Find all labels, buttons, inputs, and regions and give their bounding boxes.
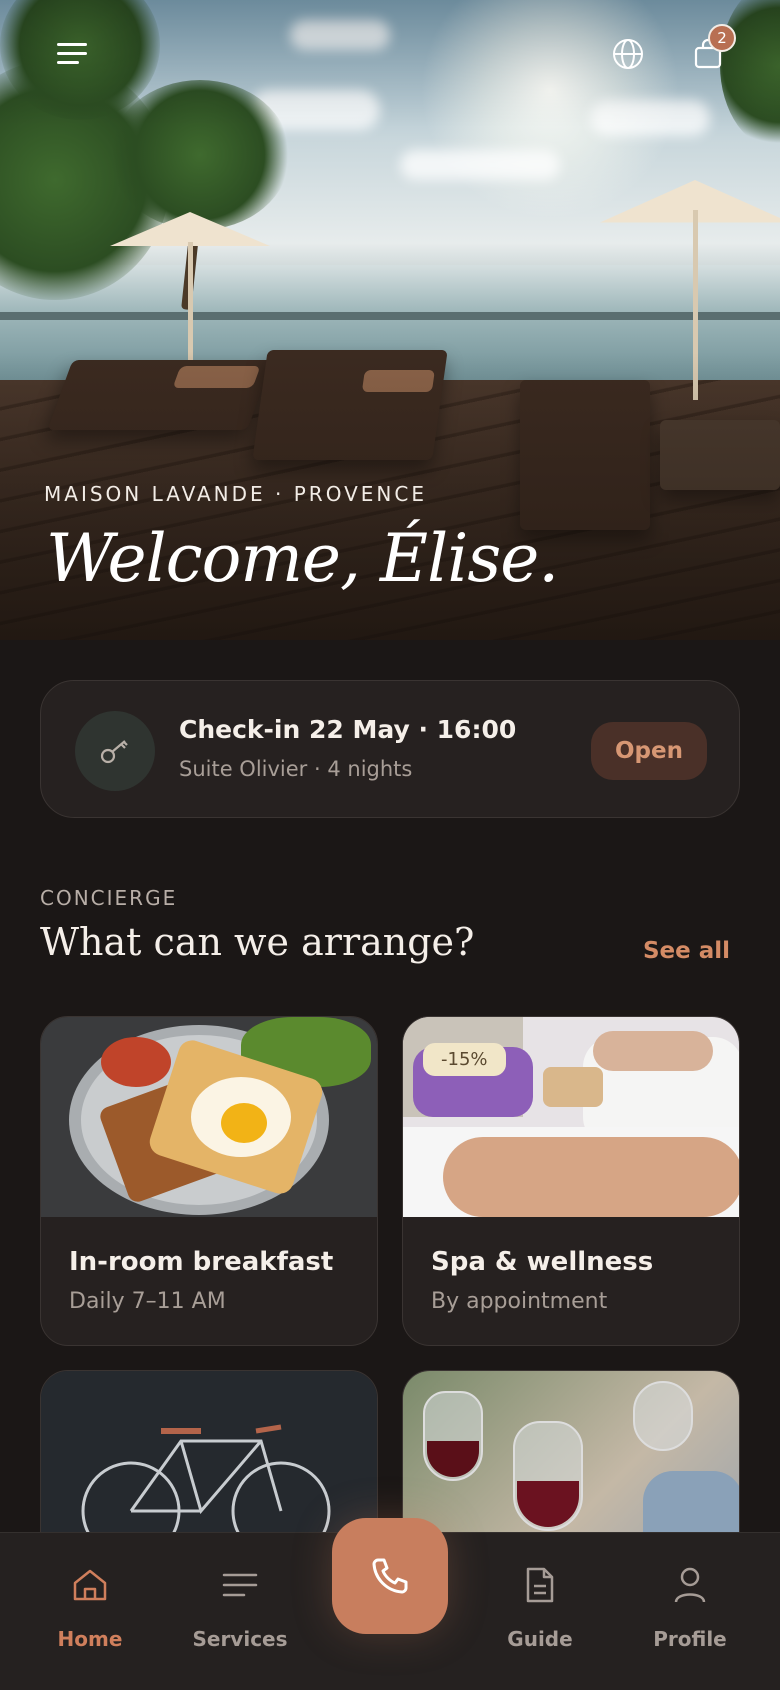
breakfast-image: [41, 1017, 377, 1217]
nav-label: Profile: [653, 1627, 727, 1651]
nav-home[interactable]: Home: [30, 1563, 150, 1651]
user-icon: [674, 1567, 706, 1603]
section-kicker: CONCIERGE: [40, 886, 178, 910]
hotel-location: MAISON LAVANDE · PROVENCE: [44, 482, 427, 506]
menu-button[interactable]: [48, 30, 96, 78]
nav-services[interactable]: Services: [180, 1563, 300, 1651]
section-title: What can we arrange?: [40, 920, 475, 964]
nav-label: Services: [192, 1627, 288, 1651]
welcome-title: Welcome, Élise.: [46, 520, 559, 597]
cart-count-badge: 2: [708, 24, 736, 52]
globe-icon: [613, 39, 643, 69]
checkin-date-time: Check-in 22 May · 16:00: [179, 715, 517, 744]
service-card-subtitle: Daily 7–11 AM: [69, 1289, 226, 1314]
service-card-title: In-room breakfast: [69, 1247, 334, 1277]
home-icon: [73, 1569, 107, 1601]
document-icon: [526, 1567, 554, 1603]
nav-label: Home: [57, 1627, 123, 1651]
call-concierge-button[interactable]: [332, 1518, 448, 1634]
key-icon: [100, 740, 128, 764]
service-card-spa[interactable]: -15% Spa & wellness By appointment: [402, 1016, 740, 1346]
room-and-nights: Suite Olivier · 4 nights: [179, 757, 413, 781]
menu-lines-icon: [222, 1573, 258, 1597]
nav-profile[interactable]: Profile: [630, 1563, 750, 1651]
nav-guide[interactable]: Guide: [480, 1563, 600, 1651]
checkin-card[interactable]: Check-in 22 May · 16:00 Suite Olivier · …: [40, 680, 740, 818]
open-door-button[interactable]: Open: [591, 722, 707, 780]
cart-button[interactable]: 2: [684, 24, 736, 78]
nav-label: Guide: [507, 1627, 573, 1651]
service-card-title: Spa & wellness: [431, 1247, 654, 1277]
see-all-link[interactable]: See all: [643, 938, 730, 964]
phone-icon: [372, 1558, 408, 1594]
key-icon-container: [75, 711, 155, 791]
service-card-breakfast[interactable]: In-room breakfast Daily 7–11 AM: [40, 1016, 378, 1346]
language-button[interactable]: [604, 30, 652, 78]
discount-badge: -15%: [423, 1043, 506, 1076]
service-card-subtitle: By appointment: [431, 1289, 608, 1314]
hamburger-menu-icon: [57, 43, 87, 64]
